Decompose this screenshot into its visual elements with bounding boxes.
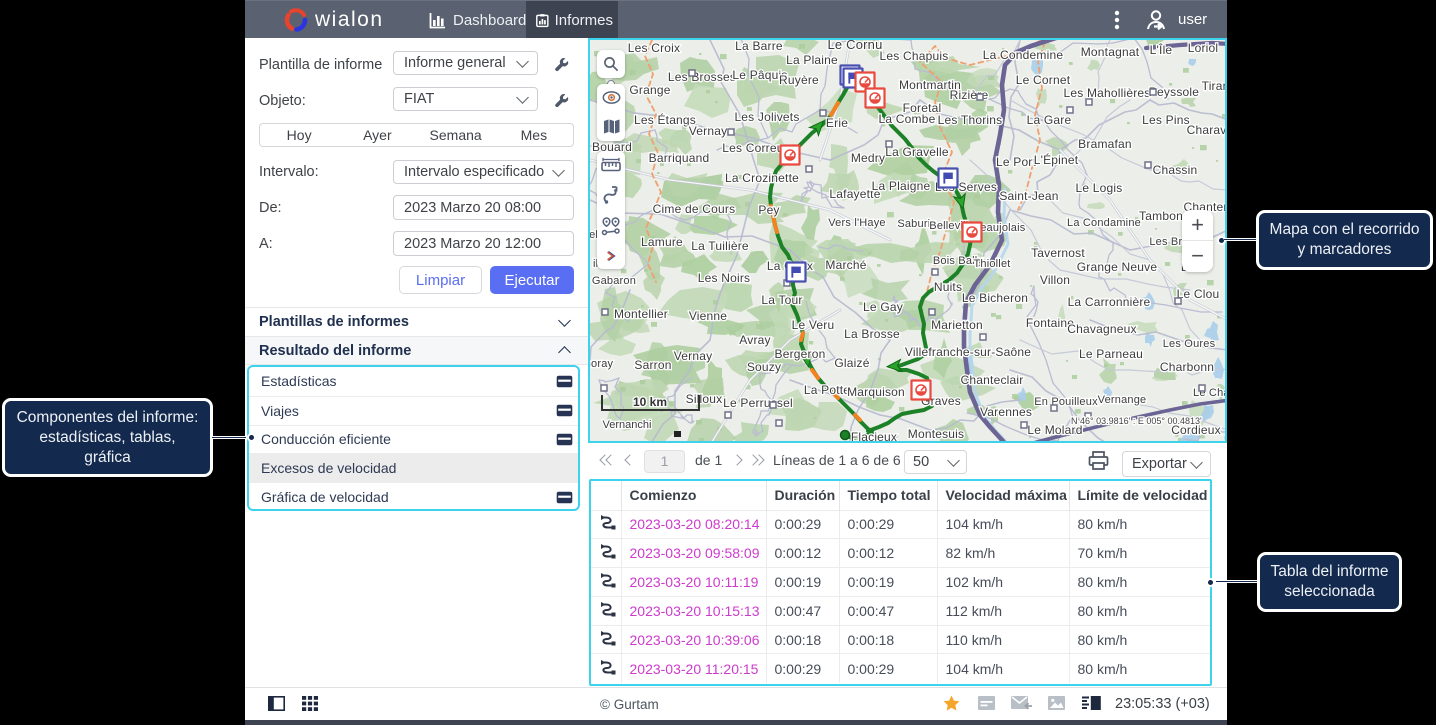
svg-text:La Condamine: La Condamine [1067, 217, 1141, 229]
svg-text:La Gare: La Gare [1027, 113, 1072, 127]
svg-text:La Barre: La Barre [735, 40, 783, 53]
svg-text:Le Chat: Le Chat [1193, 387, 1227, 399]
svg-text:La Plaigne: La Plaigne [872, 179, 931, 193]
svg-text:Saint-Jean: Saint-Jean [999, 189, 1058, 203]
svg-text:Bergeron: Bergeron [775, 347, 826, 361]
svg-text:Le Veru: Le Veru [792, 318, 835, 332]
svg-text:L'Épinet: L'Épinet [1034, 152, 1079, 167]
svg-text:Vernay: Vernay [674, 349, 713, 363]
svg-text:La Carronnière: La Carronnière [1068, 295, 1151, 309]
svg-text:Le Clou: Le Clou [1177, 287, 1220, 301]
svg-text:Souzy: Souzy [747, 360, 781, 374]
svg-text:En Pouilleux: En Pouilleux [1034, 396, 1098, 408]
svg-text:Glaizé: Glaizé [834, 356, 869, 370]
svg-text:La Crozinette: La Crozinette [725, 171, 799, 185]
svg-text:Pey: Pey [758, 203, 779, 217]
svg-text:Les Oures: Les Oures [1163, 338, 1216, 350]
svg-text:Loriol: Loriol [1188, 41, 1219, 55]
svg-text:Marquison: Marquison [847, 385, 905, 399]
svg-text:Avray: Avray [739, 333, 770, 347]
svg-text:Sarron: Sarron [634, 358, 671, 372]
svg-text:Chassin: Chassin [1153, 163, 1198, 177]
svg-text:Medry: Medry [851, 151, 885, 165]
svg-text:La Condemine: La Condemine [983, 48, 1064, 62]
svg-text:Charave: Charave [1187, 123, 1227, 137]
svg-text:Le Gay: Le Gay [863, 300, 903, 314]
svg-text:Le Logis: Le Logis [1076, 181, 1123, 195]
svg-text:Marché: Marché [825, 258, 866, 272]
svg-text:Silloux: Silloux [686, 392, 723, 406]
svg-text:Vers l'Haye: Vers l'Haye [828, 217, 886, 229]
svg-text:Villefranche-sur-Saône: Villefranche-sur-Saône [905, 345, 1031, 359]
svg-text:Nuits: Nuits [934, 280, 962, 294]
svg-text:Thiollet: Thiollet [973, 258, 1010, 270]
svg-text:Montellier: Montellier [614, 307, 668, 321]
svg-text:Barriquand: Barriquand [649, 151, 710, 165]
svg-text:Les Mahollières: Les Mahollières [1063, 86, 1150, 100]
svg-text:Montagnat: Montagnat [1081, 45, 1140, 59]
svg-text:Le Cornet: Le Cornet [1016, 73, 1071, 87]
svg-text:Chavagneux: Chavagneux [1067, 322, 1136, 336]
svg-text:Le Gabaron: Le Gabaron [590, 275, 636, 287]
svg-text:Le Port: Le Port [996, 155, 1037, 169]
svg-text:Bramafan: Bramafan [1078, 137, 1132, 151]
svg-text:Les Pins: Les Pins [1142, 113, 1190, 127]
svg-text:L'Île: L'Île [1150, 42, 1173, 57]
svg-text:Le Parneau: Le Parneau [1079, 347, 1143, 361]
svg-text:La Tour: La Tour [761, 293, 802, 307]
svg-text:Chanteclair: Chanteclair [961, 373, 1024, 387]
svg-text:horay: horay [590, 358, 614, 370]
svg-text:Grange Neuve: Grange Neuve [1077, 260, 1158, 274]
svg-text:Les Chapuis: Les Chapuis [880, 49, 949, 63]
svg-text:Erie: Erie [826, 116, 848, 130]
svg-text:Le Bicheron: Le Bicheron [962, 291, 1028, 305]
svg-text:Vernanchi: Vernanchi [603, 419, 652, 431]
svg-text:Tambon: Tambon [1139, 209, 1183, 223]
svg-text:Les Étangs: Les Étangs [634, 112, 696, 127]
svg-text:N 46° 03.9816' : E 005° 00.481: N 46° 03.9816' : E 005° 00.4813' [1071, 416, 1202, 426]
svg-text:La Potte: La Potte [804, 383, 850, 397]
svg-text:Le Perrussel: Le Perrussel [723, 396, 793, 410]
svg-text:Cime de Cours: Cime de Cours [653, 202, 736, 216]
svg-text:Les Jolivets: Les Jolivets [734, 110, 799, 124]
svg-text:Villon: Villon [1040, 273, 1070, 287]
svg-text:Vernay: Vernay [689, 124, 728, 138]
svg-text:10 km: 10 km [633, 395, 667, 409]
svg-text:Vernange: Vernange [1098, 394, 1147, 406]
svg-text:Les Croix: Les Croix [628, 41, 680, 55]
svg-text:Les Thorins: Les Thorins [938, 113, 1003, 127]
svg-text:Tirand: Tirand [1202, 79, 1227, 93]
svg-text:La Combe: La Combe [879, 112, 936, 126]
svg-text:Grange: Grange [629, 83, 670, 97]
svg-text:Vienne: Vienne [689, 309, 727, 323]
svg-text:Varennes: Varennes [980, 405, 1032, 419]
svg-text:La Brosse: La Brosse [844, 327, 900, 341]
svg-text:Le Cornu: Le Cornu [827, 40, 882, 52]
svg-text:Ruyère: Ruyère [779, 73, 819, 87]
svg-text:Les Noirs: Les Noirs [698, 271, 750, 285]
svg-text:Charbonn: Charbonn [1160, 360, 1214, 374]
svg-text:Lamure: Lamure [641, 235, 683, 249]
svg-text:Marietton: Marietton [931, 318, 983, 332]
svg-text:La Gravelle: La Gravelle [885, 145, 949, 159]
svg-text:Tavernost: Tavernost [1031, 246, 1085, 260]
svg-text:La Tuilière: La Tuilière [691, 239, 749, 253]
svg-text:La Plaine: La Plaine [786, 53, 838, 67]
svg-text:Montesuis: Montesuis [908, 427, 965, 441]
svg-text:Flacieux: Flacieux [851, 430, 897, 443]
svg-text:Les Brosses: Les Brosses [668, 70, 736, 84]
